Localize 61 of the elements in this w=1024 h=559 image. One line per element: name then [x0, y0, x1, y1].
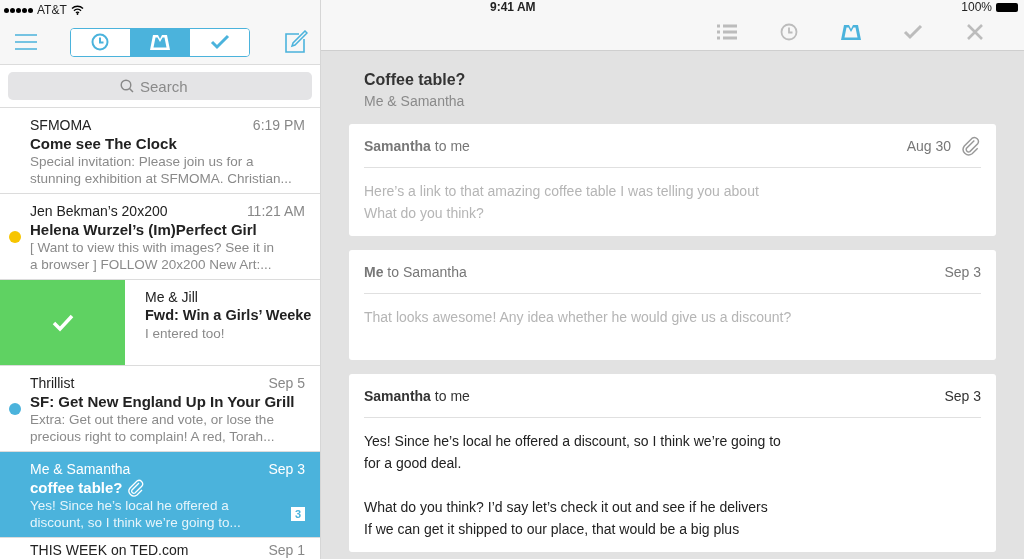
email-time: Sep 1	[268, 542, 305, 558]
thread-title: Coffee table?	[364, 70, 467, 90]
count-badge: 3	[290, 507, 305, 521]
message-text: That looks awesome! Any idea whether he would give us a discount?	[364, 308, 793, 327]
check-icon	[209, 34, 230, 50]
email-subject: SF: Get New England Up In Your Grill	[30, 392, 295, 411]
message-from: Samantha to me	[364, 137, 471, 154]
email-sender: THIS WEEK on TED.com	[30, 542, 189, 558]
message-from: Samantha to me	[364, 387, 471, 404]
email-time: Sep 5	[268, 375, 305, 392]
status-time: 9:41 AM	[490, 0, 536, 14]
wifi-icon	[70, 5, 84, 15]
message-card[interactable]	[349, 374, 996, 552]
carrier: AT&T	[37, 3, 67, 17]
message-card[interactable]: Samantha to me Aug 30 Here’s a link to that amazing coffee table I was telling you about What do you think?	[349, 124, 996, 236]
email-sender: Jen Bekman’s 20x200	[30, 203, 168, 220]
battery-percent: 100%	[961, 0, 992, 14]
list-icon	[717, 24, 737, 40]
email-row[interactable]: Me & Jill Fwd: Win a Girls’ Weeke I entered too!	[0, 280, 320, 366]
email-sender: SFMOMA	[30, 117, 92, 134]
email-time: 11:21 AM	[246, 203, 305, 220]
battery-icon	[996, 2, 1018, 12]
email-sender: Me & Jill	[145, 289, 198, 306]
message-text: Here’s a link to that amazing coffee table I was telling you about What do you think?	[364, 182, 760, 223]
email-preview: Extra: Get out there and vote, or lose the precious right to complain! A red, Torah...	[30, 411, 275, 445]
signal-icon	[4, 7, 33, 13]
email-sender: Me & Samantha	[30, 461, 131, 478]
clock-icon	[91, 33, 110, 51]
email-subject: Come see The Clock	[30, 134, 177, 153]
email-time: Sep 3	[268, 461, 305, 478]
email-preview: Special invitation: Please join us for a stunning exhibition at SFMOMA. Christian...	[30, 153, 292, 187]
message-date: Sep 3	[944, 387, 981, 404]
tray-icon	[149, 33, 171, 51]
tray-tab[interactable]	[129, 28, 190, 56]
tray-icon	[840, 23, 862, 41]
thread-participants: Me & Samantha	[364, 93, 466, 109]
message-date: Sep 3	[944, 263, 981, 280]
check-tab[interactable]	[189, 28, 249, 56]
check-icon	[51, 313, 74, 332]
clock-icon	[780, 23, 798, 41]
email-preview: [ Want to view this with images? See it in a browser ] FOLLOW 20x200 New Art:...	[30, 239, 275, 273]
compose-icon[interactable]	[284, 30, 308, 54]
message-date: Aug 30	[906, 137, 951, 154]
email-subject: Fwd: Win a Girls’ Weeke	[145, 306, 312, 325]
email-subject: Helena Wurzel’s (Im)Perfect Girl	[30, 220, 257, 239]
search-input[interactable]: Search	[140, 77, 200, 95]
search-field[interactable]: Search	[8, 72, 312, 100]
search-icon	[120, 79, 134, 93]
email-time: 6:19 PM	[252, 117, 305, 134]
message-text: What do you think? I’d say let’s check it out and see if he delivers If we can get it shipped to our place, that would be a big plus	[364, 498, 769, 539]
close-icon	[967, 24, 983, 40]
menu-icon[interactable]	[15, 34, 37, 50]
email-sender: Thrillist	[30, 375, 75, 392]
message-text: Yes! Since he’s local he offered a discount, so I think we’re going to for a good deal.	[364, 432, 782, 473]
clock-tab[interactable]	[71, 28, 130, 56]
email-preview: I entered too!	[145, 325, 225, 342]
email-preview: Yes! Since he’s local he offered a discount, so I think we’re going to...	[30, 497, 241, 531]
message-card[interactable]: Me to Samantha Sep 3 That looks awesome! Any idea whether he would give us a discount?	[349, 250, 996, 360]
message-from: Me to Samantha	[364, 263, 468, 280]
check-icon	[903, 24, 923, 40]
email-subject: coffee table?	[30, 478, 123, 497]
